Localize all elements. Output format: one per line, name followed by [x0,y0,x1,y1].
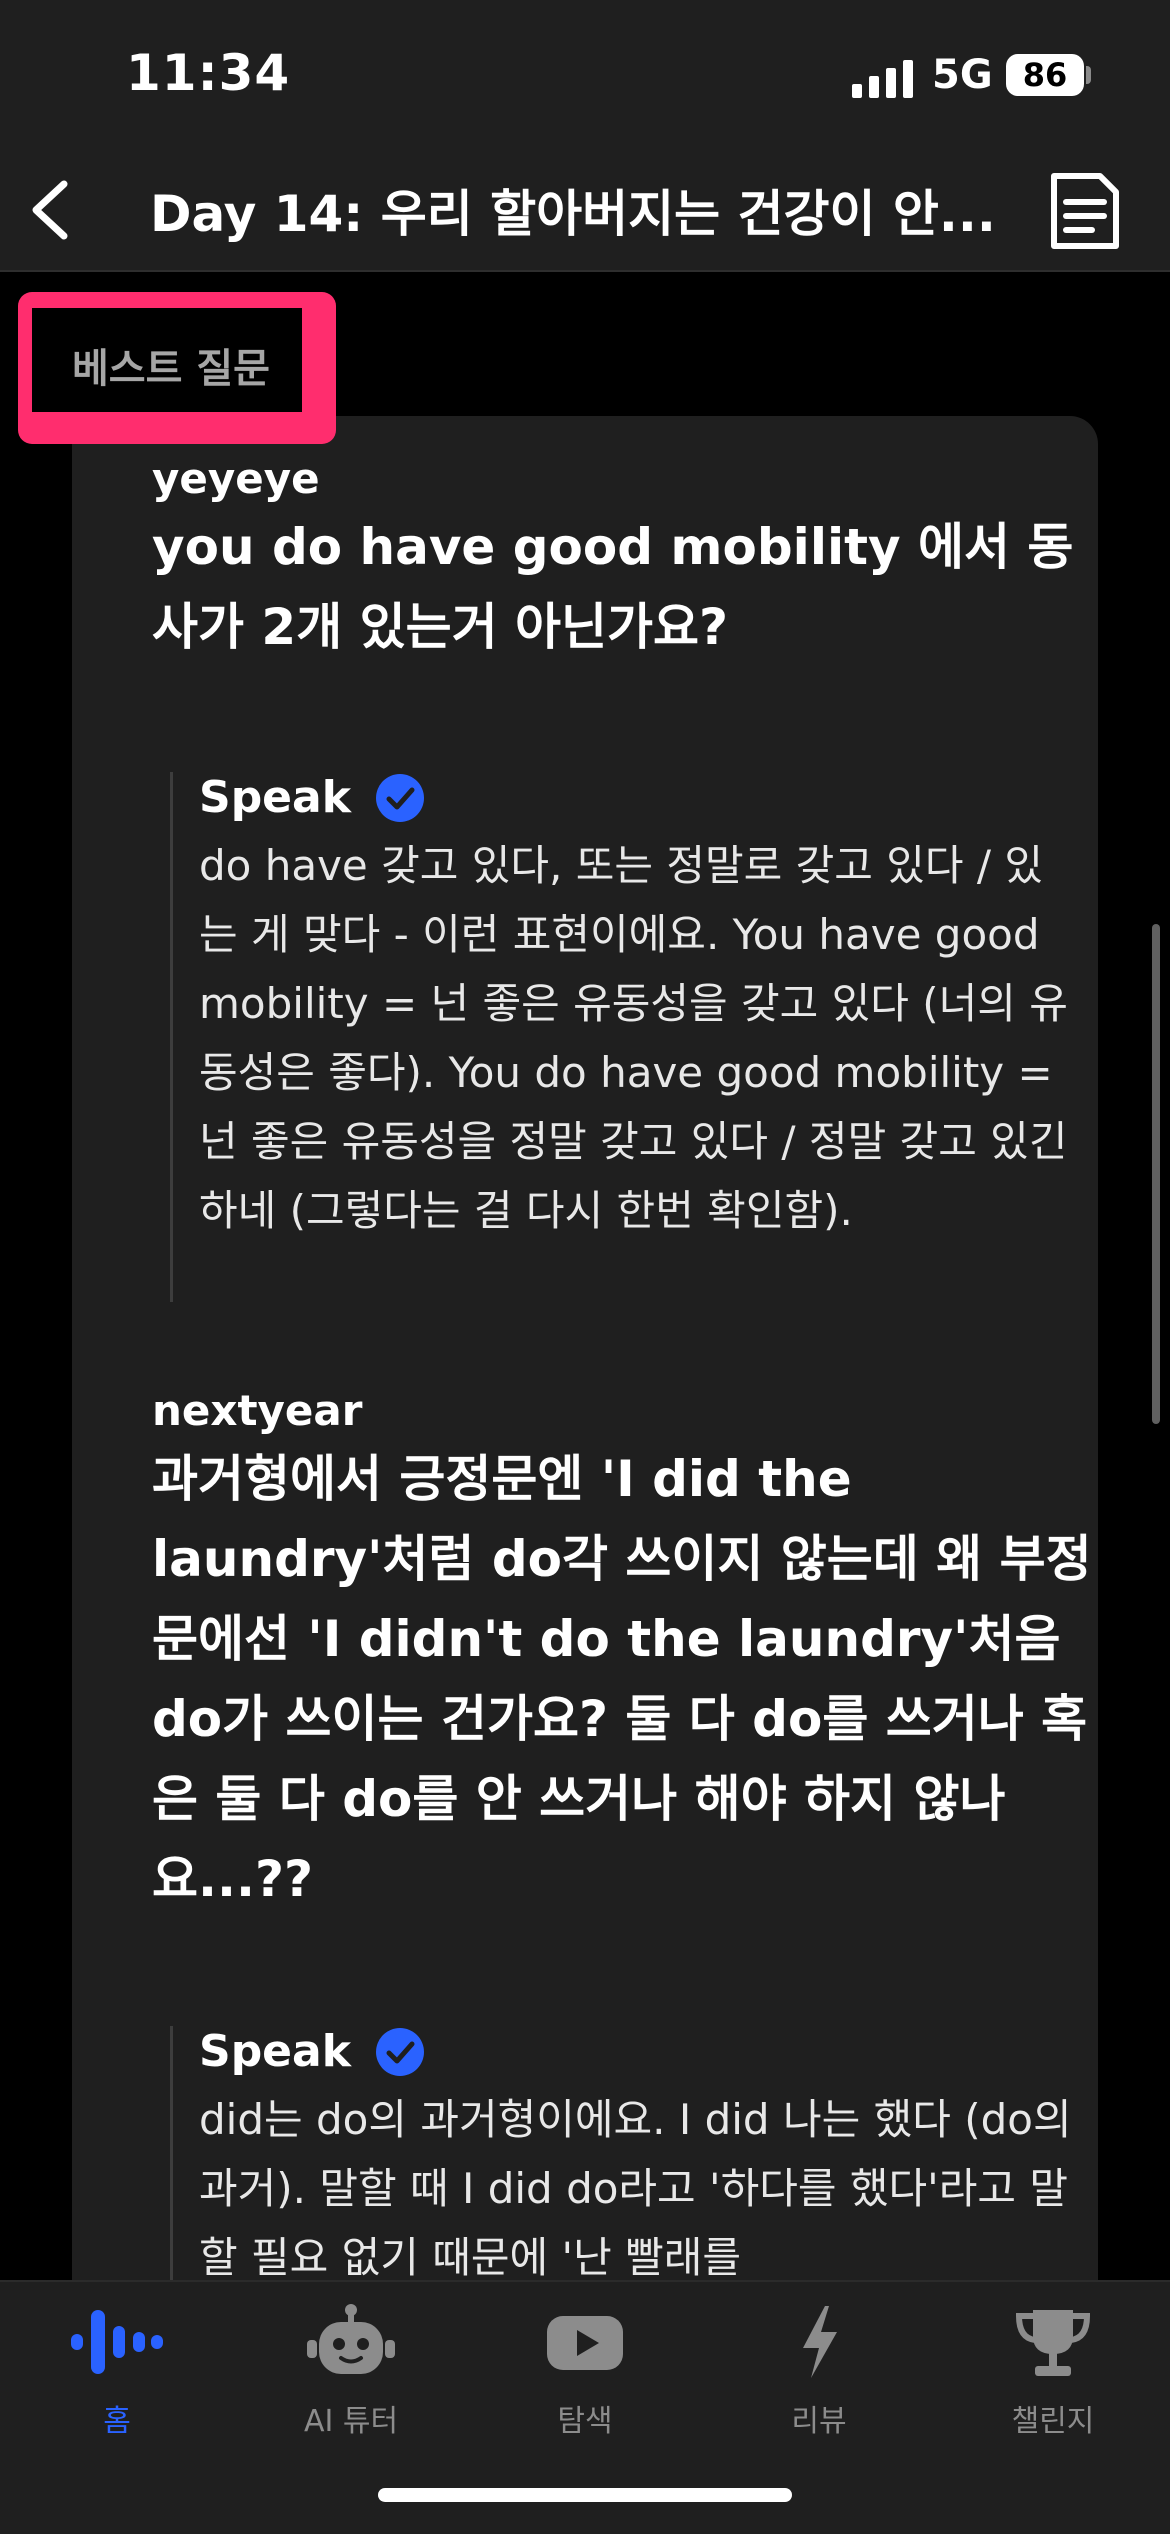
answer-block: Speak do have 갖고 있다, 또는 정말로 갖고 있다 / 있는 게… [170,772,1079,1302]
home-indicator[interactable] [378,2488,792,2502]
question-item: yeyeye you do have good mobility 에서 동사가 … [152,454,1092,667]
status-time: 11:34 [126,44,291,102]
lightning-icon [803,2306,837,2378]
tab-home[interactable]: 홈 [0,2302,234,2462]
tab-explore[interactable]: 탐색 [468,2302,702,2462]
verified-badge-icon [375,773,424,822]
question-username: nextyear [152,1386,363,1435]
answer-author: Speak [199,772,351,823]
tab-ai-tutor[interactable]: AI 튜터 [234,2302,468,2462]
best-questions-card: yeyeye you do have good mobility 에서 동사가 … [72,416,1098,2280]
question-text: 과거형에서 긍정문엔 'I did the laundry'처럼 do각 쓰이지… [152,1450,1092,1908]
answer-text: do have 갖고 있다, 또는 정말로 갖고 있다 / 있는 게 맞다 - … [199,841,1068,1235]
answer-block: Speak did는 do의 과거형이에요. I did 나는 했다 (do의 … [170,2026,1079,2280]
robot-icon [307,2304,395,2374]
cellular-signal-icon [852,58,914,98]
battery-level: 86 [1022,56,1068,94]
play-icon [547,2316,623,2370]
status-bar: 11:34 5G 86 [0,0,1170,150]
question-username: yeyeye [152,454,320,503]
tab-label: 리뷰 [791,2404,847,2439]
tab-label: 챌린지 [1011,2404,1095,2439]
nav-header: Day 14: 우리 할아버지는 건강이 안... [0,150,1170,272]
network-type: 5G [932,52,993,98]
notes-button[interactable] [1040,166,1130,256]
note-icon [1051,173,1119,249]
content-scroll[interactable]: yeyeye you do have good mobility 에서 동사가 … [0,272,1170,2280]
back-button[interactable] [20,170,100,250]
answer-header: Speak [199,2026,1079,2077]
question-item: nextyear 과거형에서 긍정문엔 'I did the laundry'처… [152,1386,1092,1919]
page-title: Day 14: 우리 할아버지는 건강이 안... [150,185,996,243]
question-text: you do have good mobility 에서 동사가 2개 있는거 … [152,518,1074,656]
verified-badge-icon [375,2027,424,2076]
tab-label: 홈 [103,2404,131,2439]
battery-tip [1086,66,1091,84]
trophy-icon [1015,2310,1091,2376]
tab-label: AI 튜터 [303,2404,399,2439]
section-tag-label: 베스트 질문 [72,346,270,392]
waveform-icon [71,2310,163,2374]
tab-label: 탐색 [557,2404,613,2439]
tab-review[interactable]: 리뷰 [702,2302,936,2462]
chevron-left-icon [32,180,68,240]
answer-header: Speak [199,772,1079,823]
answer-text: did는 do의 과거형이에요. I did 나는 했다 (do의 과거). 말… [199,2095,1072,2280]
tab-challenge[interactable]: 챌린지 [936,2302,1170,2462]
scrollbar[interactable] [1152,924,1160,1424]
answer-author: Speak [199,2026,351,2077]
battery-icon: 86 [1006,54,1084,96]
